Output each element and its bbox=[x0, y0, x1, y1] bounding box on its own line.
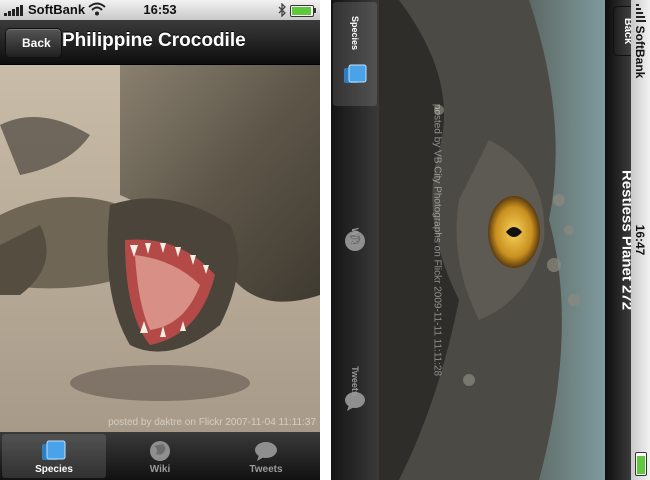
tab-wiki-label: Wiki bbox=[149, 464, 171, 475]
clock: 16:53 bbox=[143, 2, 177, 17]
species-icon bbox=[344, 64, 367, 83]
species-photo: posted by VB City Photographs on Flickr … bbox=[379, 0, 605, 480]
battery-icon bbox=[635, 452, 647, 476]
back-button-label: Back bbox=[22, 36, 51, 50]
crocodile-eye-photo bbox=[379, 0, 605, 480]
navigation-bar: Back Philippine Crocodile bbox=[0, 20, 320, 65]
globe-icon bbox=[150, 441, 170, 461]
tab-species-label: Species bbox=[350, 16, 360, 51]
back-button[interactable]: Back bbox=[5, 28, 62, 58]
tab-tweets-label: Tweets bbox=[350, 366, 360, 397]
tab-tweets[interactable]: Tweets bbox=[333, 350, 377, 454]
status-bar: SoftBank 16:47 bbox=[631, 0, 650, 480]
carrier-name: SoftBank bbox=[633, 25, 647, 79]
battery-icon bbox=[290, 5, 316, 17]
tab-species[interactable]: Species bbox=[2, 434, 106, 478]
tab-wiki[interactable]: Wiki bbox=[108, 434, 212, 478]
signal-icon bbox=[636, 4, 646, 22]
photo-credit: posted by VB City Photographs on Flickr … bbox=[431, 103, 443, 377]
species-photo: posted by daktre on Flickr 2007-11-04 11… bbox=[0, 65, 320, 432]
left-phone-screen: SoftBank 16:53 Back Philippine Crocodile bbox=[0, 0, 320, 480]
status-bar: SoftBank 16:53 bbox=[0, 0, 320, 20]
crocodile-photo: posted by daktre on Flickr 2007-11-04 11… bbox=[0, 65, 320, 432]
tab-bar-rotated: Species Wiki Tweets bbox=[331, 0, 379, 480]
navigation-bar: Back Restless Planet 272 bbox=[605, 0, 643, 480]
tab-tweets-label: Tweets bbox=[249, 464, 283, 475]
clock: 16:47 bbox=[633, 224, 647, 256]
tab-wiki[interactable]: Wiki bbox=[333, 190, 377, 294]
tab-wiki-label: Wiki bbox=[350, 227, 360, 247]
tab-tweets[interactable]: Tweets bbox=[214, 434, 318, 478]
bluetooth-icon bbox=[278, 3, 286, 17]
right-phone-screen: Species Wiki Tweets posted by VB City Ph… bbox=[331, 0, 650, 480]
species-icon bbox=[42, 440, 66, 460]
tab-species[interactable]: Species bbox=[333, 2, 377, 106]
speech-bubble-icon bbox=[255, 442, 277, 461]
photo-credit: posted by daktre on Flickr 2007-11-04 11… bbox=[108, 417, 316, 428]
tab-bar: Species Wiki Tweets bbox=[0, 432, 320, 480]
page-title: Philippine Crocodile bbox=[62, 30, 246, 51]
tab-species-label: Species bbox=[35, 464, 73, 475]
